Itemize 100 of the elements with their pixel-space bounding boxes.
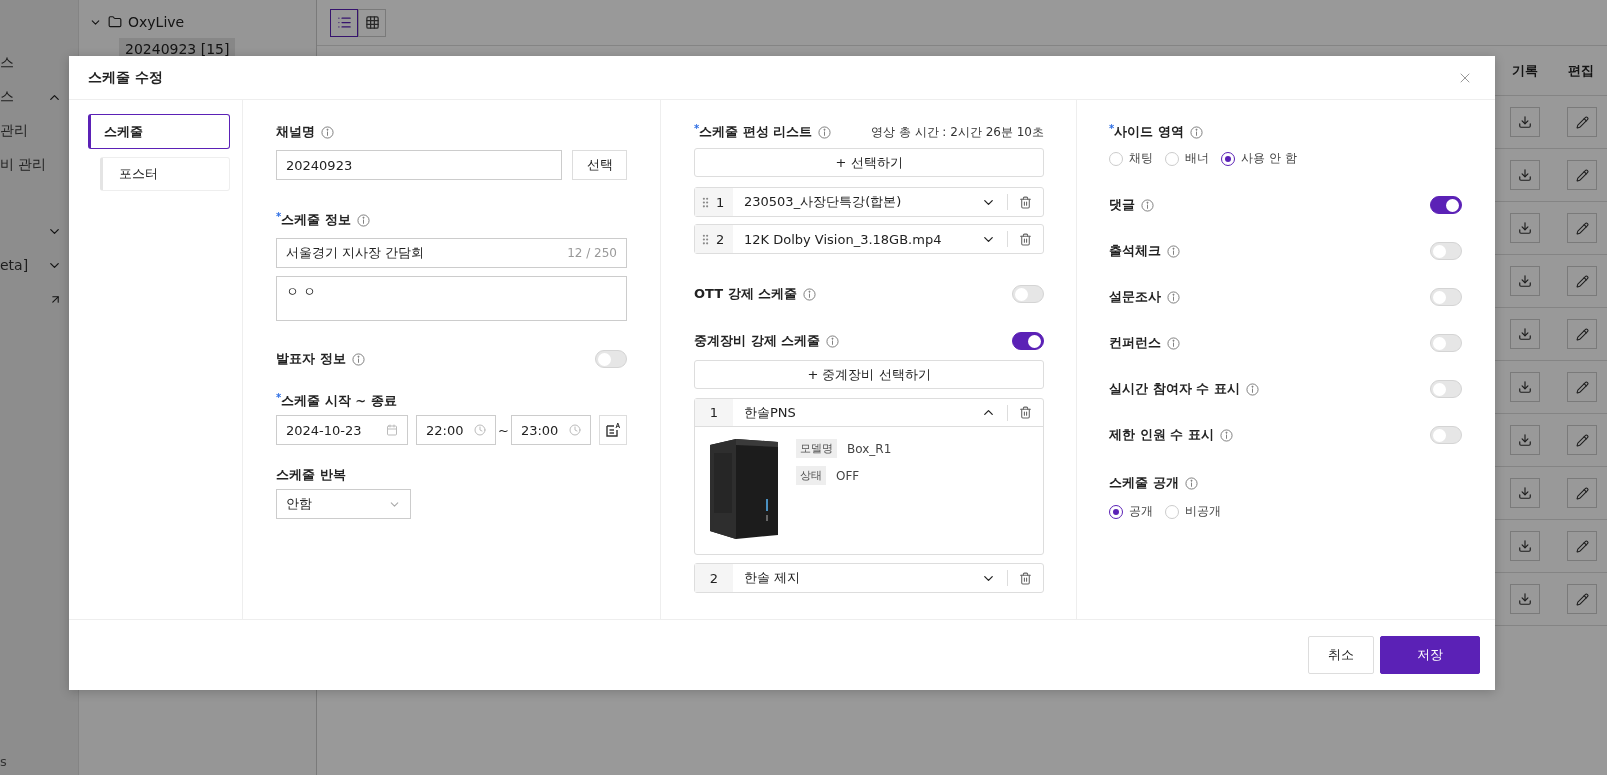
pencil-icon — [1575, 115, 1589, 129]
pencil-icon — [1575, 380, 1589, 394]
playlist-item[interactable]: 1 230503_사장단특강(합본) — [694, 187, 1044, 217]
info-icon — [1167, 336, 1180, 350]
pencil-icon — [1575, 221, 1589, 235]
channel-field[interactable]: 20240923 — [276, 150, 562, 180]
field-label: 설문조사 — [1109, 288, 1161, 306]
download-icon — [1518, 168, 1532, 182]
device-name: 한솔 제지 — [743, 569, 802, 587]
edit-button[interactable] — [1567, 319, 1597, 349]
spec-value: OFF — [836, 468, 860, 483]
nav-tab[interactable]: 포스터 — [100, 157, 230, 191]
info-icon — [351, 352, 365, 366]
edit-button[interactable] — [1567, 425, 1597, 455]
folder-icon — [108, 15, 122, 29]
nav-tab[interactable]: 스케줄 — [88, 114, 230, 149]
field-label: 중계장비 강제 스케줄 — [694, 332, 821, 350]
pencil-icon — [1575, 539, 1589, 553]
column-header: 편집 — [1568, 61, 1594, 80]
edit-button[interactable] — [1567, 213, 1597, 243]
download-button[interactable] — [1510, 584, 1540, 614]
field-label: 발표자 정보 — [276, 350, 346, 368]
item-number: 1 — [716, 194, 725, 210]
clock-icon — [568, 424, 581, 436]
info-icon — [1141, 198, 1154, 212]
select-button[interactable]: 선택 — [572, 150, 627, 180]
toggle-switch[interactable] — [1012, 332, 1044, 350]
item-title: 12K Dolby Vision_3.18GB.mp4 — [743, 231, 943, 247]
range-separator: ~ — [498, 422, 509, 438]
download-button[interactable] — [1510, 266, 1540, 296]
sidebar-item[interactable]: eta] — [0, 257, 29, 273]
info-icon — [803, 287, 817, 301]
pencil-icon — [1575, 327, 1589, 341]
field-label: *스케줄 정보 — [276, 211, 351, 229]
field-label: 출석체크 — [1109, 242, 1161, 260]
field-label: 실시간 참여자 수 표시 — [1109, 380, 1240, 398]
field-label: *스케줄 편성 리스트 — [694, 123, 813, 141]
radio-label: 채팅 — [1129, 150, 1153, 167]
download-button[interactable] — [1510, 319, 1540, 349]
download-icon — [1518, 433, 1532, 447]
pencil-icon — [1575, 433, 1589, 447]
auto-text-button[interactable] — [598, 415, 627, 445]
edit-button[interactable] — [1567, 107, 1597, 137]
delete-button[interactable] — [1019, 406, 1032, 419]
radio-label: 배너 — [1185, 150, 1209, 167]
playlist-item[interactable]: 2 12K Dolby Vision_3.18GB.mp4 — [694, 224, 1044, 254]
download-button[interactable] — [1510, 160, 1540, 190]
time-field[interactable]: 23:00 — [510, 415, 591, 445]
pencil-icon — [1575, 274, 1589, 288]
time-field[interactable]: 22:00 — [416, 415, 496, 445]
field-label: 채널명 — [276, 123, 315, 141]
field-label: 제한 인원 수 표시 — [1109, 426, 1214, 444]
download-icon — [1518, 486, 1532, 500]
trash-icon — [1019, 571, 1032, 585]
info-icon — [321, 125, 334, 139]
download-button[interactable] — [1510, 213, 1540, 243]
delete-button[interactable] — [1019, 571, 1032, 585]
delete-button[interactable] — [1019, 232, 1032, 246]
download-icon — [1518, 592, 1532, 606]
description-field[interactable]: ㅇ ㅇ — [276, 276, 627, 321]
tree-item[interactable]: OxyLive — [128, 14, 185, 30]
add-device-button[interactable]: + 중계장비 선택하기 — [694, 360, 1044, 389]
edit-button[interactable] — [1567, 266, 1597, 296]
spec-value: Box_R1 — [847, 441, 892, 456]
download-button[interactable] — [1510, 478, 1540, 508]
sidebar-item[interactable]: 비 관리 — [0, 156, 47, 174]
download-button[interactable] — [1510, 107, 1540, 137]
download-button[interactable] — [1510, 372, 1540, 402]
sidebar-item[interactable]: 스 — [0, 54, 14, 72]
download-icon — [1518, 539, 1532, 553]
delete-button[interactable] — [1019, 195, 1032, 209]
edit-button[interactable] — [1567, 160, 1597, 190]
clock-icon — [474, 424, 486, 436]
field-label: 스케줄 반복 — [276, 466, 346, 484]
list-view-button[interactable] — [330, 8, 358, 37]
total-duration: 영상 총 시간 : 2시간 26분 10초 — [870, 123, 1044, 141]
save-button[interactable]: 저장 — [1380, 636, 1480, 674]
radio-label: 공개 — [1129, 503, 1153, 520]
date-field[interactable]: 2024-10-23 — [276, 415, 408, 445]
download-icon — [1518, 115, 1532, 129]
pencil-icon — [1575, 592, 1589, 606]
grid-view-button[interactable] — [358, 8, 386, 37]
download-button[interactable] — [1510, 531, 1540, 561]
pencil-icon — [1575, 168, 1589, 182]
sidebar-item[interactable]: 스 — [0, 88, 14, 106]
cancel-button[interactable]: 취소 — [1308, 636, 1374, 674]
edit-button[interactable] — [1567, 584, 1597, 614]
download-button[interactable] — [1510, 425, 1540, 455]
title-field[interactable]: 서울경기 지사장 간담회 12 / 250 — [276, 238, 627, 268]
edit-button[interactable] — [1567, 478, 1597, 508]
edit-button[interactable] — [1567, 372, 1597, 402]
item-title: 230503_사장단특강(합본) — [743, 193, 903, 211]
trash-icon — [1019, 195, 1032, 209]
info-icon — [1219, 428, 1233, 442]
info-icon — [1189, 125, 1203, 139]
toggle-switch[interactable] — [1430, 196, 1462, 214]
edit-button[interactable] — [1567, 531, 1597, 561]
sidebar-item[interactable]: 관리 — [0, 122, 28, 140]
add-video-button[interactable]: + 선택하기 — [694, 148, 1044, 177]
repeat-dropdown[interactable]: 안함 — [276, 489, 411, 519]
